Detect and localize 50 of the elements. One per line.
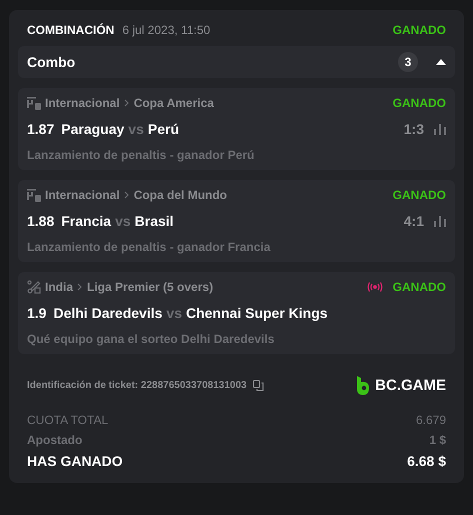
- chevron-icon: [124, 191, 130, 199]
- ticket-id: Identificación de ticket: 2288765033708131003: [27, 380, 247, 391]
- summary-label: Apostado: [27, 433, 82, 447]
- stats-icon[interactable]: [434, 216, 446, 226]
- away-team: Chennai Super Kings: [186, 305, 328, 321]
- summary-label: CUOTA TOTAL: [27, 413, 108, 427]
- league-label: Copa America: [134, 96, 214, 110]
- selection-status: GANADO: [392, 188, 446, 202]
- summary-label: HAS GANADO: [27, 453, 123, 469]
- selection-count: 3: [398, 52, 418, 72]
- away-team: Brasil: [134, 213, 174, 229]
- league-label: Liga Premier (5 overs): [87, 280, 214, 294]
- combo-toggle[interactable]: Combo 3: [18, 46, 455, 78]
- league-label: Copa del Mundo: [134, 188, 228, 202]
- country-label: Internacional: [45, 96, 120, 110]
- summary-value: 1 $: [429, 433, 446, 447]
- odds: 1.87: [27, 121, 54, 137]
- chevron-icon: [77, 283, 84, 291]
- bet-status: GANADO: [392, 23, 446, 37]
- versus-label: vs: [115, 213, 131, 229]
- summary-value: 6.679: [416, 413, 446, 427]
- stats-icon[interactable]: [434, 124, 446, 134]
- summary-value: 6.68 $: [407, 453, 446, 469]
- league-logo-icon: [27, 96, 41, 110]
- home-team: Paraguay: [61, 121, 124, 137]
- brand-name: BC.GAME: [375, 377, 446, 394]
- country-label: Internacional: [45, 188, 120, 202]
- match-score: 1:3: [404, 121, 424, 137]
- market-description: Lanzamiento de penaltis - ganador Perú: [27, 148, 256, 162]
- brand-logo-icon: [356, 376, 370, 395]
- odds: 1.88: [27, 213, 54, 229]
- match-score: 4:1: [404, 213, 424, 229]
- away-team: Perú: [148, 121, 179, 137]
- versus-label: vs: [128, 121, 144, 137]
- selection-status: GANADO: [392, 96, 446, 110]
- bet-date: 6 jul 2023, 11:50: [122, 23, 212, 37]
- home-team: Francia: [61, 213, 112, 229]
- copy-icon[interactable]: [252, 380, 264, 391]
- country-label: India: [45, 280, 74, 294]
- home-team: Delhi Daredevils: [53, 305, 162, 321]
- combo-label: Combo: [27, 54, 76, 70]
- bet-type: COMBINACIÓN: [27, 23, 114, 37]
- selection-status: GANADO: [392, 280, 446, 294]
- versus-label: vs: [166, 305, 182, 321]
- odds: 1.9: [27, 305, 46, 321]
- market-description: Qué equipo gana el sorteo Delhi Daredevils: [27, 332, 276, 346]
- league-logo-icon: [27, 188, 41, 202]
- market-description: Lanzamiento de penaltis - ganador Francia: [27, 240, 272, 254]
- chevron-icon: [124, 99, 130, 107]
- cricket-bat-icon: [27, 280, 41, 294]
